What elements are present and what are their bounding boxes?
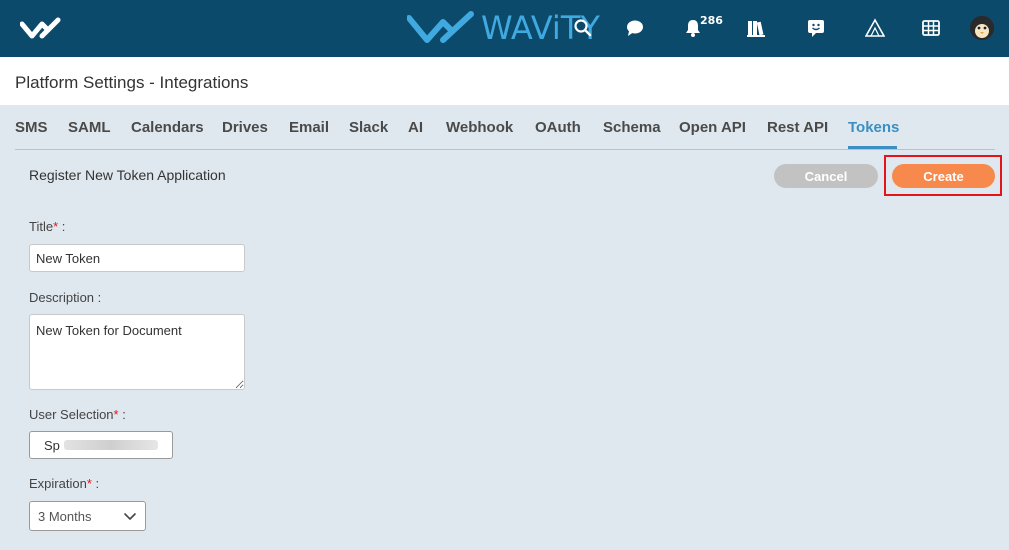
library-icon[interactable] (743, 14, 769, 42)
cancel-button[interactable]: Cancel (774, 164, 878, 188)
feedback-icon[interactable] (803, 14, 829, 42)
create-button-highlight (884, 155, 1002, 196)
user-selection-button[interactable]: Sp (29, 431, 173, 459)
user-selection-value: Sp (44, 437, 60, 453)
tab-webhook[interactable]: Webhook (446, 119, 513, 136)
tab-slack[interactable]: Slack (349, 119, 388, 136)
expiration-label: Expiration* : (29, 476, 100, 491)
brand-logo-icon (407, 11, 474, 43)
tab-calendars[interactable]: Calendars (131, 119, 204, 136)
tab-tokens[interactable]: Tokens (848, 119, 899, 136)
tab-sms[interactable]: SMS (15, 119, 48, 136)
chat-icon[interactable] (622, 14, 648, 42)
tab-rest-api[interactable]: Rest API (767, 119, 828, 136)
grid-icon[interactable] (918, 14, 944, 42)
tab-oauth[interactable]: OAuth (535, 119, 581, 136)
tabs-divider (15, 149, 995, 150)
check-logo-icon[interactable] (20, 14, 62, 42)
page-title: Platform Settings - Integrations (15, 73, 249, 92)
expiration-value: 3 Months (38, 508, 92, 524)
title-input[interactable] (29, 244, 245, 272)
form-heading: Register New Token Application (29, 167, 226, 183)
integration-tabs: SMS SAML Calendars Drives Email Slack AI… (0, 105, 1009, 150)
page-title-band: Platform Settings - Integrations (0, 57, 1009, 105)
description-textarea[interactable]: New Token for Document (29, 314, 245, 390)
search-icon[interactable] (570, 14, 596, 42)
tab-saml[interactable]: SAML (68, 119, 111, 136)
tab-email[interactable]: Email (289, 119, 329, 136)
tab-drives[interactable]: Drives (222, 119, 268, 136)
redacted-user-name (63, 440, 158, 450)
notification-count-badge: 286 (700, 14, 723, 27)
avatar[interactable] (970, 16, 994, 40)
description-label: Description : (29, 290, 102, 305)
expiration-select[interactable]: 3 Months (29, 501, 146, 531)
title-label: Title* : (29, 219, 66, 234)
user-selection-label: User Selection* : (29, 407, 126, 422)
chevron-down-icon (124, 513, 136, 520)
top-navigation-bar: WAViTY 286 (0, 0, 1009, 57)
tab-ai[interactable]: AI (408, 119, 423, 136)
triangle-icon[interactable] (862, 14, 888, 42)
tab-schema[interactable]: Schema (603, 119, 661, 136)
tab-open-api[interactable]: Open API (679, 119, 746, 136)
